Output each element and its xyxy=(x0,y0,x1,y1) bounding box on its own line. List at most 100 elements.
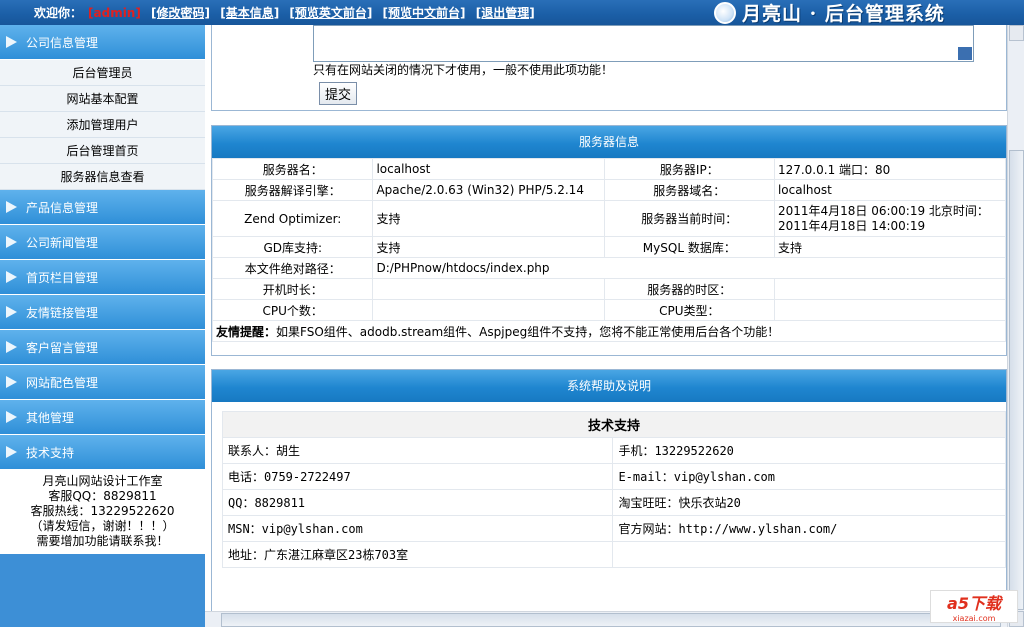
arrow-right-icon xyxy=(6,236,17,248)
server-info-panel: 服务器信息 服务器名： localhost 服务器IP： 127.0.0.1 端… xyxy=(211,125,1007,356)
cpu-type-label: CPU类型： xyxy=(603,299,775,321)
mysql-label: MySQL 数据库： xyxy=(603,236,775,258)
server-name-label: 服务器名： xyxy=(211,158,374,180)
moon-logo-icon xyxy=(714,1,736,24)
table-row: 服务器解译引擎： Apache/2.0.63 (Win32) PHP/5.2.1… xyxy=(211,179,1007,201)
menu-label: 网站配色管理 xyxy=(26,375,99,390)
change-password-link[interactable]: [修改密码] xyxy=(151,6,210,20)
engine-label: 服务器解译引擎： xyxy=(211,179,374,201)
arrow-right-icon xyxy=(6,376,17,388)
tip-cell: 友情提醒：如果FSO组件、adodb.stream组件、Aspjpeg组件不支持… xyxy=(212,320,1006,342)
arrow-right-icon xyxy=(6,306,17,318)
table-row: Zend Optimizer: 支持 服务器当前时间： 2011年4月18日 0… xyxy=(211,200,1007,237)
taobao-wangwang: 淘宝旺旺：快乐衣站20 xyxy=(612,489,1006,516)
gd-label: GD库支持: xyxy=(211,236,374,258)
table-row: 本文件绝对路径： D:/PHPnow/htdocs/index.php xyxy=(211,257,1006,279)
submenu-company-info: 后台管理员 网站基本配置 添加管理用户 后台管理首页 服务器信息查看 xyxy=(0,60,205,190)
sidebar-item-admin-home[interactable]: 后台管理首页 xyxy=(0,138,205,164)
support-hotline: 客服热线：13229522620 xyxy=(30,504,175,518)
sidebar-item-server-info[interactable]: 服务器信息查看 xyxy=(0,164,205,190)
contact-note: 需要增加功能请联系我！ xyxy=(36,534,169,548)
menu-label: 友情链接管理 xyxy=(26,305,99,320)
welcome-text: 欢迎你： xyxy=(34,6,83,20)
menu-news[interactable]: 公司新闻管理 xyxy=(0,225,205,260)
cpu-count-label: CPU个数： xyxy=(211,299,374,321)
menu-label: 首页栏目管理 xyxy=(26,270,99,285)
arrow-right-icon xyxy=(6,36,17,48)
path-label: 本文件绝对路径： xyxy=(211,257,374,279)
zend-value: 支持 xyxy=(372,200,605,237)
gd-value: 支持 xyxy=(372,236,605,258)
preview-english-link[interactable]: [预览英文前台] xyxy=(289,6,372,20)
table-row: 服务器名： localhost 服务器IP： 127.0.0.1 端口：80 xyxy=(211,158,1007,180)
contact-person: 联系人：胡生 xyxy=(221,437,614,464)
empty-cell xyxy=(612,541,1006,568)
uptime-value xyxy=(372,278,605,300)
table-row: QQ：8829811 淘宝旺旺：快乐衣站20 xyxy=(221,489,1006,516)
logout-link[interactable]: [退出管理] xyxy=(476,6,535,20)
help-title: 系统帮助及说明 xyxy=(212,370,1006,402)
brand: 月亮山 · 后台管理系统 xyxy=(714,1,945,25)
studio-name: 月亮山网站设计工作室 xyxy=(42,474,163,488)
server-name-value: localhost xyxy=(372,158,605,180)
server-info-title: 服务器信息 xyxy=(212,126,1006,158)
zend-label: Zend Optimizer: xyxy=(211,200,374,237)
menu-label: 公司新闻管理 xyxy=(26,235,99,250)
table-row: 电话：0759-2722497 E-mail：vip@ylshan.com xyxy=(221,463,1006,490)
menu-products[interactable]: 产品信息管理 xyxy=(0,190,205,225)
menu-label: 公司信息管理 xyxy=(26,35,99,50)
watermark-line2: xiazai.com xyxy=(952,614,996,623)
sidebar-item-add-user[interactable]: 添加管理用户 xyxy=(0,112,205,138)
table-row: GD库支持: 支持 MySQL 数据库： 支持 xyxy=(211,236,1007,258)
menu-friend-links[interactable]: 友情链接管理 xyxy=(0,295,205,330)
mysql-value: 支持 xyxy=(773,236,1007,258)
uptime-label: 开机时长： xyxy=(211,278,374,300)
top-bar: 欢迎你： [admin] [修改密码] [基本信息] [预览英文前台] [预览中文… xyxy=(0,0,1024,25)
mobile: 手机：13229522620 xyxy=(612,437,1006,464)
menu-home-columns[interactable]: 首页栏目管理 xyxy=(0,260,205,295)
help-panel: 系统帮助及说明 技术支持 联系人：胡生 手机：13229522620 电话：075… xyxy=(211,369,1007,611)
scroll-up-icon[interactable] xyxy=(1009,25,1024,41)
help-table: 技术支持 联系人：胡生 手机：13229522620 电话：0759-272249… xyxy=(221,411,1006,568)
scroll-thumb[interactable] xyxy=(1009,150,1024,610)
menu-label: 客户留言管理 xyxy=(26,340,99,355)
menu-colors[interactable]: 网站配色管理 xyxy=(0,365,205,400)
close-notice-hint: 只有在网站关闭的情况下才使用，一般不使用此项功能！ xyxy=(313,63,614,77)
menu-tech-support[interactable]: 技术支持 xyxy=(0,435,205,470)
tip-text: 如果FSO组件、adodb.stream组件、Aspjpeg组件不支持，您将不能… xyxy=(276,324,780,339)
tip-label: 友情提醒： xyxy=(216,324,277,339)
preview-chinese-link[interactable]: [预览中文前台] xyxy=(383,6,466,20)
table-row: 地址：广东湛江麻章区23栋703室 xyxy=(221,541,1006,568)
menu-messages[interactable]: 客户留言管理 xyxy=(0,330,205,365)
resize-handle-icon[interactable] xyxy=(958,47,972,60)
table-row: CPU个数： CPU类型： xyxy=(211,299,1007,321)
support-qq: 客服QQ：8829811 xyxy=(48,489,157,503)
horizontal-scrollbar[interactable] xyxy=(205,611,1007,627)
server-ip-value: 127.0.0.1 端口：80 xyxy=(773,158,1007,180)
address: 地址：广东湛江麻章区23栋703室 xyxy=(221,541,614,568)
menu-label: 产品信息管理 xyxy=(26,200,99,215)
phone: 电话：0759-2722497 xyxy=(221,463,614,490)
watermark-line1: a5下载 xyxy=(947,594,1001,613)
sidebar-item-admins[interactable]: 后台管理员 xyxy=(0,60,205,86)
menu-other[interactable]: 其他管理 xyxy=(0,400,205,435)
time-label: 服务器当前时间： xyxy=(603,200,775,237)
submit-button[interactable]: 提交 xyxy=(319,82,357,105)
brand-title: 月亮山 · 后台管理系统 xyxy=(742,3,945,25)
close-notice-textarea[interactable] xyxy=(313,25,974,62)
engine-value: Apache/2.0.63 (Win32) PHP/5.2.14 xyxy=(372,179,605,201)
main-content: 只有在网站关闭的情况下才使用，一般不使用此项功能！ 提交 服务器信息 服务器名：… xyxy=(205,25,1007,611)
table-row: MSN：vip@ylshan.com 官方网站：http://www.ylshan… xyxy=(221,515,1006,542)
vertical-scrollbar[interactable] xyxy=(1007,25,1024,627)
menu-company-info[interactable]: 公司信息管理 xyxy=(0,25,205,60)
sidebar-item-site-config[interactable]: 网站基本配置 xyxy=(0,86,205,112)
current-user: [admin] xyxy=(88,6,141,20)
email: E-mail：vip@ylshan.com xyxy=(612,463,1006,490)
menu-label: 其他管理 xyxy=(26,410,75,425)
help-heading: 技术支持 xyxy=(222,411,1006,438)
table-row: 开机时长： 服务器的时区： xyxy=(211,278,1007,300)
qq: QQ：8829811 xyxy=(221,489,614,516)
basic-info-link[interactable]: [基本信息] xyxy=(220,6,279,20)
horizontal-scroll-thumb[interactable] xyxy=(221,613,1001,627)
official-site: 官方网站：http://www.ylshan.com/ xyxy=(612,515,1006,542)
